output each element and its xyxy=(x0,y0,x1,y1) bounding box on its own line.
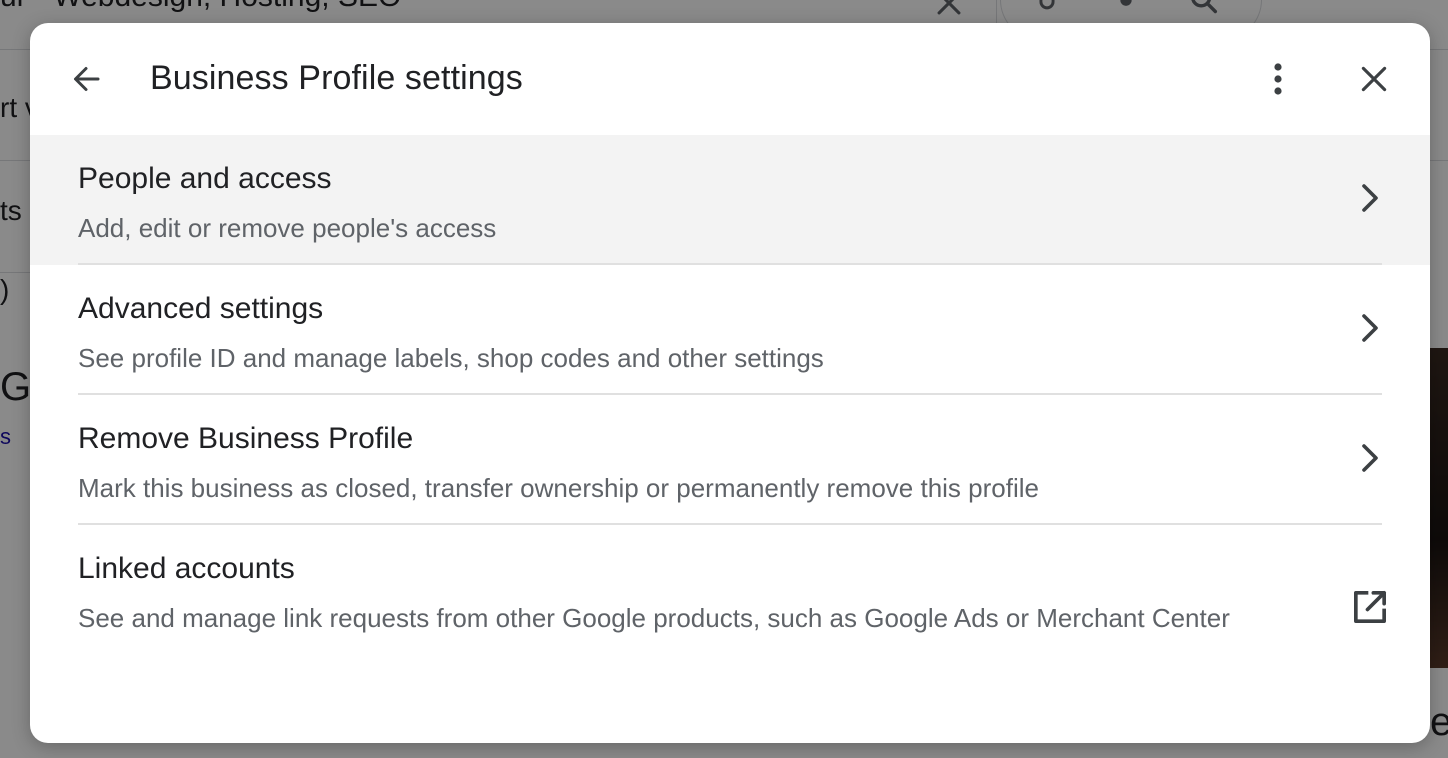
business-profile-settings-dialog: Business Profile settings People and acc… xyxy=(30,23,1430,743)
chevron-right-icon xyxy=(1350,308,1390,348)
arrow-back-icon xyxy=(74,67,100,91)
chevron-right-icon xyxy=(1350,178,1390,218)
dialog-title: Business Profile settings xyxy=(150,59,523,97)
item-description: Add, edit or remove people's access xyxy=(78,213,497,243)
item-description: Mark this business as closed, transfer o… xyxy=(78,473,1039,503)
settings-item-advanced-settings[interactable]: Advanced settings See profile ID and man… xyxy=(30,265,1430,395)
settings-list: People and access Add, edit or remove pe… xyxy=(30,135,1430,695)
settings-item-linked-accounts[interactable]: Linked accounts See and manage link requ… xyxy=(30,525,1430,695)
settings-item-remove-business-profile[interactable]: Remove Business Profile Mark this busine… xyxy=(30,395,1430,525)
item-description: See profile ID and manage labels, shop c… xyxy=(78,343,824,373)
dialog-header: Business Profile settings xyxy=(30,23,1430,135)
open-in-new-icon xyxy=(1350,587,1390,627)
item-title: People and access xyxy=(78,162,332,195)
settings-item-people-and-access[interactable]: People and access Add, edit or remove pe… xyxy=(30,135,1430,265)
item-title: Advanced settings xyxy=(78,292,324,325)
close-icon xyxy=(1361,66,1387,92)
item-title: Linked accounts xyxy=(78,552,295,585)
chevron-right-icon xyxy=(1350,438,1390,478)
more-vertical-icon xyxy=(1274,63,1282,95)
item-description: See and manage link requests from other … xyxy=(78,603,1230,633)
back-button[interactable] xyxy=(62,55,110,103)
close-button[interactable] xyxy=(1350,55,1398,103)
item-title: Remove Business Profile xyxy=(78,422,414,455)
more-options-button[interactable] xyxy=(1254,55,1302,103)
